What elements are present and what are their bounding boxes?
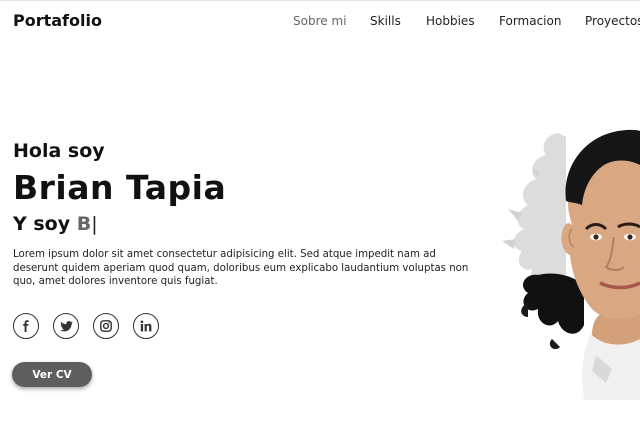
hero-name: Brian Tapia — [13, 168, 227, 207]
main-nav: Sobre mi Skills Hobbies Formacion Proyec… — [0, 14, 640, 30]
instagram-icon — [100, 320, 112, 332]
profile-portrait-image — [502, 129, 640, 400]
twitter-link[interactable] — [53, 313, 79, 339]
instagram-link[interactable] — [93, 313, 119, 339]
top-navigation-bar: Portafolio Sobre mi Skills Hobbies Forma… — [0, 0, 640, 40]
facebook-icon — [23, 320, 29, 332]
linkedin-link[interactable] — [133, 313, 159, 339]
role-typed-text: B — [76, 213, 92, 235]
typing-cursor: | — [91, 213, 98, 235]
nav-link-formacion[interactable]: Formacion — [499, 14, 561, 28]
facebook-link[interactable] — [13, 313, 39, 339]
hero-greeting: Hola soy — [13, 140, 105, 162]
role-prefix: Y soy — [13, 213, 71, 235]
hero-description: Lorem ipsum dolor sit amet consectetur a… — [13, 249, 469, 287]
nav-link-hobbies[interactable]: Hobbies — [426, 14, 475, 28]
portrait-figure — [561, 129, 640, 400]
twitter-icon — [59, 320, 73, 331]
hero-role: Y soy B| — [13, 212, 483, 236]
hero-section: Hola soy Brian Tapia Y soy B| Lorem ipsu… — [13, 140, 483, 289]
nav-link-proyectos[interactable]: Proyectos — [585, 14, 640, 28]
download-cv-button[interactable]: Ver CV — [12, 362, 92, 387]
linkedin-icon — [140, 320, 152, 332]
nav-link-skills[interactable]: Skills — [370, 14, 401, 28]
nav-link-sobre-mi[interactable]: Sobre mi — [293, 14, 346, 28]
